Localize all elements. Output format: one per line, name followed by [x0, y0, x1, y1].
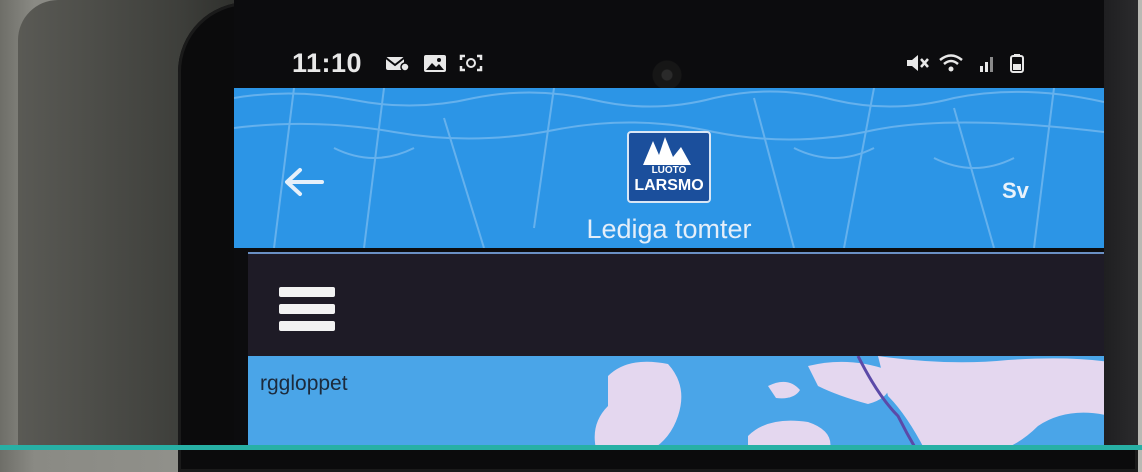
status-bar: 11:10 — [234, 42, 1104, 90]
bottom-strip — [0, 445, 1142, 450]
page-title: Lediga tomter — [586, 214, 752, 244]
wifi-icon — [939, 54, 963, 72]
app-logo: LUOTO LARSMO — [627, 131, 711, 203]
hamburger-menu-icon[interactable] — [279, 287, 335, 331]
phone-screen: 11:10 LUOTO LARSMO Sv Lediga tomter rggl… — [234, 0, 1104, 450]
battery-icon — [1010, 54, 1024, 73]
language-selector[interactable]: Sv — [1002, 178, 1029, 204]
status-time: 11:10 — [292, 48, 363, 78]
logo-text-larsmo: LARSMO — [634, 177, 704, 194]
screenshot-icon — [459, 54, 483, 72]
image-notification-icon — [424, 55, 446, 72]
map-place-label: rggloppet — [260, 372, 348, 395]
logo-text-luoto: LUOTO — [651, 165, 687, 176]
arrow-left-icon[interactable] — [282, 166, 326, 198]
mute-icon — [907, 55, 929, 71]
map-toolbar — [248, 252, 1104, 358]
map-view[interactable]: rggloppet — [248, 356, 1104, 450]
map-land-shapes — [594, 356, 1104, 450]
front-camera — [652, 60, 682, 90]
signal-icon — [980, 57, 993, 72]
email-notification-icon — [385, 57, 410, 72]
logo-sail-graphic — [643, 137, 691, 165]
app-header: LUOTO LARSMO Sv Lediga tomter — [234, 88, 1104, 248]
